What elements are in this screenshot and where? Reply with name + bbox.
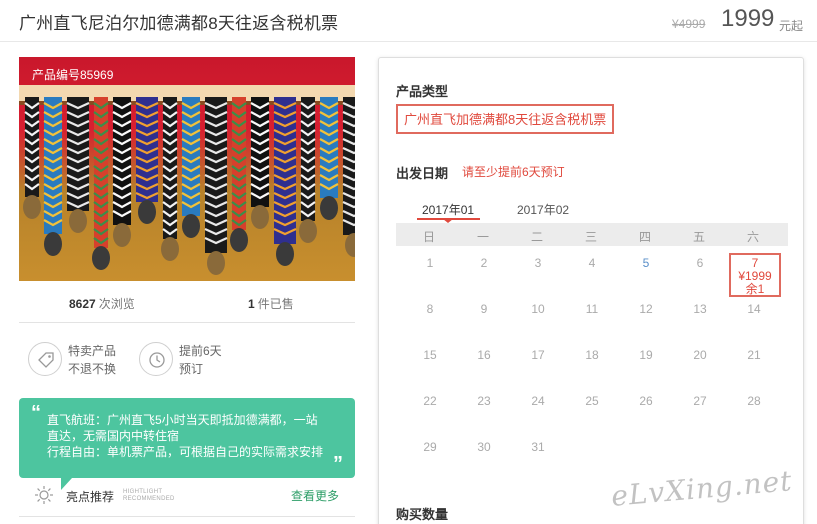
bells-illustration [19,85,355,275]
weekday: 一 [476,230,489,244]
quantity-label: 购买数量 [396,507,449,522]
product-stats: 8627 次浏览 1 件已售 [19,283,355,323]
calendar-day: 27 [693,394,707,408]
calendar-day: 26 [639,394,653,408]
sold-stat: 1 件已售 [248,295,294,312]
calendar-day: 11 [585,302,599,316]
calendar-day: 29 [423,440,437,454]
calendar-day: 30 [477,440,491,454]
selected-day-stock: 余1 [745,282,765,296]
calendar-day: 5 [642,256,650,270]
views-stat: 8627 次浏览 [69,295,135,312]
highlights-subtitle: HIGHTLIGHT RECOMMENDED [123,489,175,503]
sold-count: 1 [248,297,255,311]
views-count: 8627 [69,297,96,311]
page-title: 广州直飞尼泊尔加德满都8天往返含税机票 [19,14,339,33]
calendar-day: 2 [480,256,488,270]
note-line: 直达，无需国内中转住宿 [47,429,180,443]
divider [19,516,355,517]
open-quote: “ [31,402,41,424]
feature-line1: 提前6天 [179,344,222,358]
feature-line2: 预订 [179,362,204,376]
product-type-option[interactable]: 广州直飞加德满都8天往返含税机票 [396,104,615,134]
feature-line2: 不退不换 [68,362,117,376]
tab-month-jan[interactable]: 2017年01 [422,201,474,218]
calendar-day: 14 [747,302,761,316]
tag-icon [28,342,62,376]
calendar-day: 22 [423,394,437,408]
calendar-day: 3 [534,256,542,270]
calendar-day-selected[interactable]: 7 ¥1999 余1 [729,253,781,297]
calendar-day: 16 [477,348,491,362]
views-label: 次浏览 [98,297,135,311]
calendar-day: 15 [423,348,437,362]
weekday: 日 [422,230,435,244]
feature-line1: 特卖产品 [68,344,117,358]
close-quote: ” [333,453,343,475]
note-line: 直飞航班：广州直飞5小时当天即抵加德满都，一站 [47,413,318,427]
calendar-day: 24 [531,394,545,408]
calendar-day: 4 [588,256,596,270]
calendar-day: 23 [477,394,491,408]
highlights-en-line1: HIGHTLIGHT [123,489,163,495]
sun-icon [35,486,53,504]
calendar-day: 18 [585,348,599,362]
product-photo: 产品编号85969 [19,57,355,281]
current-price: 1999 [721,5,775,32]
calendar-day: 17 [531,348,545,362]
booking-panel: 产品类型 广州直飞加德满都8天往返含税机票 出发日期 请至少提前6天预订 201… [378,57,804,524]
weekday: 四 [638,230,651,244]
weekday: 五 [692,230,705,244]
product-code: 产品编号85969 [32,68,114,82]
product-type-label: 产品类型 [396,84,449,99]
highlight-note: “ 直飞航班：广州直飞5小时当天即抵加德满都，一站 直达，无需国内中转住宿 行程… [19,398,355,478]
calendar-day: 12 [639,302,653,316]
highlights-title: 亮点推荐 [66,490,115,504]
tab-month-feb[interactable]: 2017年02 [517,201,569,218]
calendar-day: 10 [531,302,545,316]
weekday: 二 [530,230,543,244]
weekday-header: 日 一 二 三 四 五 六 [396,223,788,246]
calendar-day: 20 [693,348,707,362]
clock-icon [139,342,173,376]
calendar-day: 9 [480,302,488,316]
view-more-link[interactable]: 查看更多 [291,487,339,504]
title-bar: 广州直飞尼泊尔加德满都8天往返含税机票 ¥4999 1999 元起 [0,0,817,42]
calendar-day: 21 [747,348,761,362]
calendar-day: 8 [426,302,434,316]
calendar-day: 6 [696,256,704,270]
sold-label: 件已售 [257,297,294,311]
departure-hint: 请至少提前6天预订 [462,165,565,179]
weekday: 三 [584,230,597,244]
highlights-en-line2: RECOMMENDED [123,496,175,502]
departure-date-label: 出发日期 [396,166,449,181]
calendar-day: 31 [531,440,545,454]
note-line: 行程自由：单机票产品，可根据自己的实际需求安排 [47,445,324,459]
original-price: ¥4999 [672,17,706,31]
calendar-day: 28 [747,394,761,408]
calendar-day: 1 [426,256,434,270]
weekday: 六 [746,230,759,244]
calendar-day: 13 [693,302,707,316]
price-unit: 元起 [779,19,804,33]
calendar-day: 25 [585,394,599,408]
calendar-day: 19 [639,348,653,362]
